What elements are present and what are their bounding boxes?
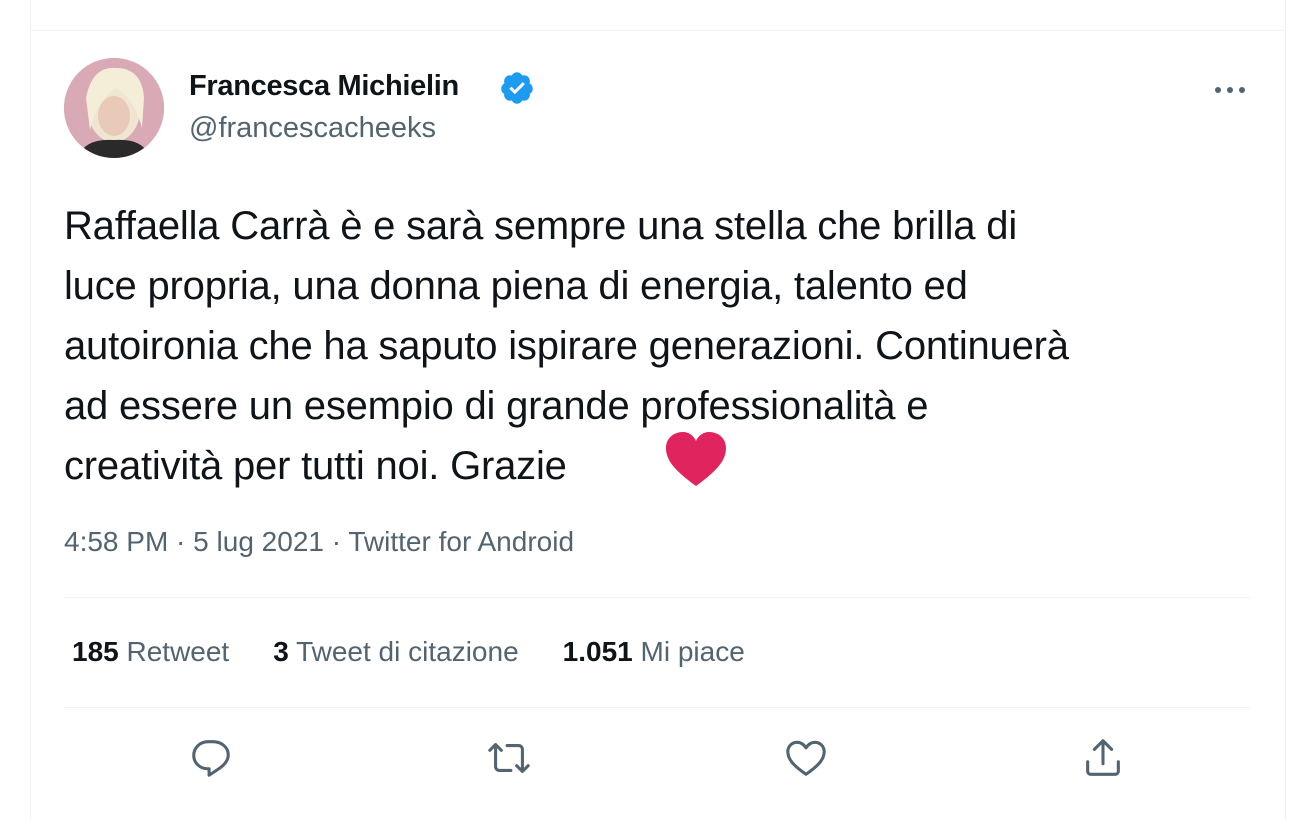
quotes-label: Tweet di citazione <box>288 636 519 667</box>
tweet-source[interactable]: Twitter for Android <box>348 526 574 557</box>
author-handle[interactable]: @francescacheeks <box>189 112 436 145</box>
like-icon[interactable] <box>783 735 829 781</box>
more-options-icon[interactable] <box>1210 70 1250 110</box>
tweet-metadata: 4:58 PM · 5 lug 2021 · Twitter for Andro… <box>64 526 574 558</box>
divider <box>64 597 1250 598</box>
tweet-stats: 185 Retweet 3 Tweet di citazione 1.051 M… <box>72 636 789 668</box>
tweet-date[interactable]: 5 lug 2021 <box>193 526 324 557</box>
share-icon[interactable] <box>1080 735 1126 781</box>
likes-stat[interactable]: 1.051 Mi piace <box>563 636 745 668</box>
retweet-icon[interactable] <box>486 735 532 781</box>
tweet-actions <box>0 735 1298 785</box>
separator: · <box>168 526 194 557</box>
avatar[interactable] <box>64 58 164 158</box>
red-heart-emoji <box>666 432 726 486</box>
quotes-count: 3 <box>273 636 289 667</box>
author-display-name[interactable]: Francesca Michielin <box>189 70 459 103</box>
retweets-label: Retweet <box>118 636 230 667</box>
separator: · <box>323 526 349 557</box>
tweet-time[interactable]: 4:58 PM <box>64 526 168 557</box>
reply-icon[interactable] <box>188 735 234 781</box>
quotes-stat[interactable]: 3 Tweet di citazione <box>273 636 518 668</box>
top-border <box>0 0 1298 30</box>
retweets-count: 185 <box>72 636 119 667</box>
retweets-stat[interactable]: 185 Retweet <box>72 636 229 668</box>
likes-count: 1.051 <box>562 636 633 667</box>
verified-badge-icon <box>501 72 533 104</box>
likes-label: Mi piace <box>632 636 745 667</box>
divider <box>64 707 1250 708</box>
